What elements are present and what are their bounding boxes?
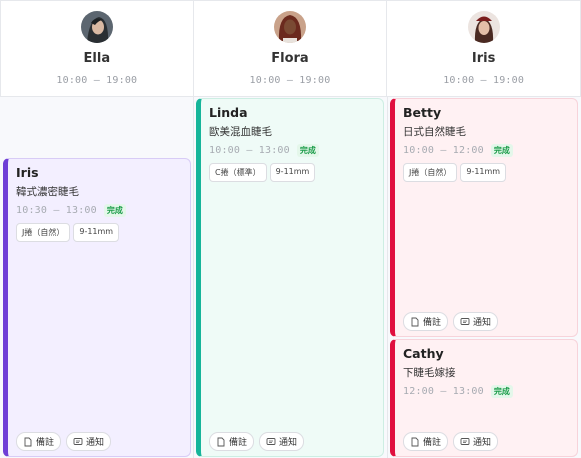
message-icon xyxy=(266,437,276,445)
appointment-time: 10:30 – 13:00 xyxy=(16,205,97,216)
note-icon xyxy=(24,437,32,446)
avatar xyxy=(80,11,113,43)
note-label: 備註 xyxy=(423,438,442,448)
avatar xyxy=(273,11,306,43)
note-label: 備註 xyxy=(229,438,248,448)
notify-button[interactable]: 通知 xyxy=(259,432,305,451)
client-name: Iris xyxy=(16,165,39,180)
service-name: 下睫毛嫁接 xyxy=(403,367,456,379)
notify-label: 通知 xyxy=(86,438,105,448)
curl-tag: J捲（自然） xyxy=(16,223,71,242)
appointment-card-iris[interactable]: Iris 韓式濃密睫毛 10:30 – 13:00 完成 J捲（自然） 9-11… xyxy=(3,158,191,457)
appointment-time: 10:00 – 13:00 xyxy=(209,145,290,156)
status-badge: 完成 xyxy=(296,144,319,157)
message-icon xyxy=(73,437,83,445)
note-icon xyxy=(411,317,419,326)
staff-hours: 10:00 – 19:00 xyxy=(56,75,138,86)
staff-photo-iris-icon xyxy=(467,11,500,43)
client-name: Cathy xyxy=(403,346,444,361)
service-name: 歐美混血睫毛 xyxy=(209,126,272,138)
appointment-card-linda[interactable]: Linda 歐美混血睫毛 10:00 – 13:00 完成 C捲（標準） 9-1… xyxy=(196,98,384,457)
staff-hours: 10:00 – 19:00 xyxy=(443,75,525,86)
appointment-time: 12:00 – 13:00 xyxy=(403,386,484,397)
staff-hours: 10:00 – 19:00 xyxy=(249,75,331,86)
staff-photo-ella-icon xyxy=(80,11,113,43)
staff-name: Ella xyxy=(83,51,111,66)
note-icon xyxy=(411,437,419,446)
notify-button[interactable]: 通知 xyxy=(66,432,112,451)
notify-label: 通知 xyxy=(279,438,298,448)
appointment-card-cathy[interactable]: Cathy 下睫毛嫁接 12:00 – 13:00 完成 備註 通知 xyxy=(390,339,578,457)
curl-tag: C捲（標準） xyxy=(209,163,267,182)
notify-button[interactable]: 通知 xyxy=(453,312,499,331)
avatar xyxy=(467,11,500,43)
staff-column-iris[interactable]: Iris 10:00 – 19:00 xyxy=(387,0,581,97)
service-name: 韓式濃密睫毛 xyxy=(16,186,79,198)
service-name: 日式自然睫毛 xyxy=(403,126,466,138)
notify-button[interactable]: 通知 xyxy=(453,432,499,451)
staff-column-flora[interactable]: Flora 10:00 – 19:00 xyxy=(193,0,388,97)
message-icon xyxy=(460,317,470,325)
note-label: 備註 xyxy=(423,318,442,328)
note-button[interactable]: 備註 xyxy=(209,432,255,451)
length-tag: 9-11mm xyxy=(460,163,507,182)
note-icon xyxy=(217,437,225,446)
staff-header: Ella 10:00 – 19:00 Flora 10:00 – 19:00 I… xyxy=(0,0,581,97)
staff-photo-flora-icon xyxy=(273,11,306,43)
note-label: 備註 xyxy=(36,438,55,448)
note-button[interactable]: 備註 xyxy=(16,432,62,451)
status-badge: 完成 xyxy=(490,385,513,398)
notify-label: 通知 xyxy=(473,438,492,448)
appointment-time: 10:00 – 12:00 xyxy=(403,145,484,156)
schedule-grid: Iris 韓式濃密睫毛 10:30 – 13:00 完成 J捲（自然） 9-11… xyxy=(0,97,581,458)
message-icon xyxy=(460,437,470,445)
note-button[interactable]: 備註 xyxy=(403,312,449,331)
length-tag: 9-11mm xyxy=(73,223,120,242)
notify-label: 通知 xyxy=(473,318,492,328)
note-button[interactable]: 備註 xyxy=(403,432,449,451)
client-name: Betty xyxy=(403,105,442,120)
staff-name: Iris xyxy=(471,51,496,66)
client-name: Linda xyxy=(209,105,248,120)
status-badge: 完成 xyxy=(490,144,513,157)
length-tag: 9-11mm xyxy=(269,163,316,182)
curl-tag: J捲（自然） xyxy=(403,163,458,182)
staff-name: Flora xyxy=(271,51,309,66)
staff-column-ella[interactable]: Ella 10:00 – 19:00 xyxy=(0,0,194,97)
status-badge: 完成 xyxy=(103,204,126,217)
appointment-card-betty[interactable]: Betty 日式自然睫毛 10:00 – 12:00 完成 J捲（自然） 9-1… xyxy=(390,98,578,337)
